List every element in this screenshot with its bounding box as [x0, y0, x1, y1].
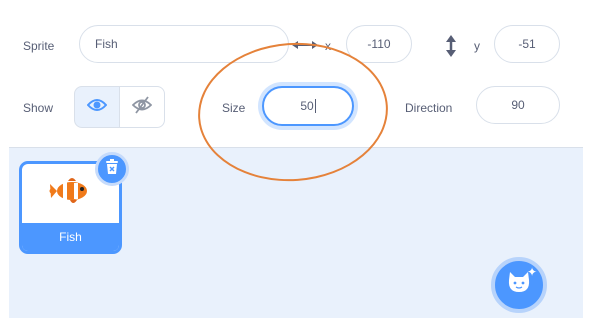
y-position-field[interactable]: -51 — [494, 25, 560, 63]
direction-value: 90 — [511, 98, 525, 112]
sparkle-icon: ✦ — [526, 265, 537, 279]
y-arrows-icon — [444, 34, 458, 63]
show-label: Show — [23, 101, 54, 115]
x-position-value: -110 — [367, 37, 391, 51]
sprite-name-value: Fish — [95, 37, 118, 51]
sprite-label: Sprite — [23, 39, 55, 53]
choose-sprite-button[interactable]: ✦ — [491, 257, 547, 313]
fish-thumbnail — [48, 176, 96, 211]
eye-icon — [86, 97, 108, 118]
direction-field[interactable]: 90 — [476, 86, 560, 124]
trash-icon — [105, 158, 119, 180]
y-position-value: -51 — [518, 37, 536, 51]
sprite-tile-name: Fish — [22, 223, 119, 251]
direction-label: Direction — [405, 101, 453, 115]
show-hidden-button[interactable] — [119, 86, 165, 128]
eye-slash-icon — [131, 95, 153, 119]
delete-sprite-button[interactable] — [95, 152, 129, 186]
show-visible-button[interactable] — [74, 86, 120, 128]
y-label: y — [474, 39, 480, 53]
